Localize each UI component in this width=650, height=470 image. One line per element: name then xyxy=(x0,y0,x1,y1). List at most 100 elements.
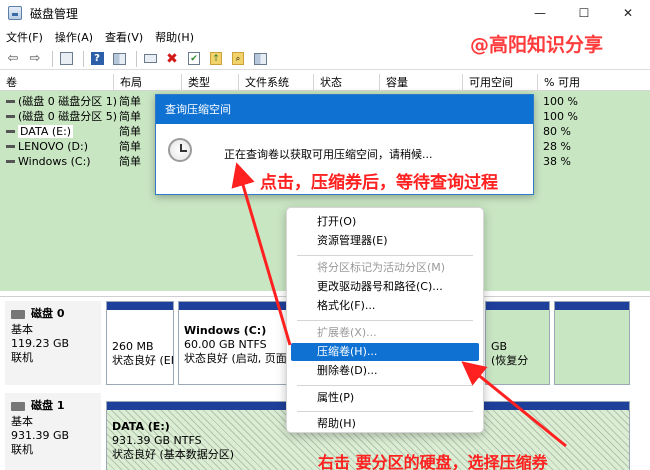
disk-status: 联机 xyxy=(11,351,33,364)
partition-bar xyxy=(486,302,549,310)
column-percent-free[interactable]: % 可用 xyxy=(537,74,650,91)
forward-arrow-icon[interactable]: ⇨ xyxy=(26,50,44,68)
partition-line-1: Windows (C:) xyxy=(184,324,267,337)
partition-line-2: GB xyxy=(491,340,508,353)
partition-line-3: 状态良好 (启动, 页面文 xyxy=(184,352,298,365)
volume-list-header: 卷 布局 类型 文件系统 状态 容量 可用空间 % 可用 xyxy=(0,74,650,91)
menu-item-mark-active[interactable]: 将分区标记为活动分区(M) xyxy=(291,259,479,277)
toolbar-divider xyxy=(83,50,84,67)
disk-1-info[interactable]: 磁盘 1 基本 931.39 GB 联机 xyxy=(5,393,101,470)
layout-cell: 简单 xyxy=(119,95,141,108)
column-filesystem[interactable]: 文件系统 xyxy=(238,74,313,91)
volume-name: Windows (C:) xyxy=(18,155,91,168)
volume-name-cell: DATA (E:) xyxy=(0,124,74,139)
column-layout[interactable]: 布局 xyxy=(113,74,181,91)
volume-icon xyxy=(6,99,15,103)
properties-button[interactable] xyxy=(251,50,269,68)
folder-up-icon: ↑ xyxy=(210,52,222,65)
dialog-title: 查询压缩空间 xyxy=(156,95,533,124)
menu-item-format[interactable]: 格式化(F)... xyxy=(291,297,479,315)
partition-line-3: (恢复分 xyxy=(491,354,529,367)
menu-divider xyxy=(297,255,473,256)
disk-0-name-row: 磁盘 0 xyxy=(11,307,101,321)
grid-view-icon xyxy=(112,52,126,65)
partition-label xyxy=(555,310,629,384)
layout-cell: 简单 xyxy=(119,140,141,153)
column-volume[interactable]: 卷 xyxy=(0,74,113,91)
volume-icon xyxy=(6,144,15,148)
partition-unlabeled[interactable] xyxy=(554,301,630,385)
partition-recovery[interactable]: GB (恢复分 xyxy=(485,301,550,385)
partition-label: 260 MB 状态良好 (EF xyxy=(107,310,173,384)
toolbar-divider xyxy=(136,50,137,67)
partition-line-2: 60.00 GB NTFS xyxy=(184,338,267,351)
delete-icon[interactable]: ✖ xyxy=(163,50,181,68)
disk-type: 基本 xyxy=(11,323,33,336)
menu-item-help[interactable]: 帮助(H) xyxy=(291,415,479,433)
connect-button[interactable] xyxy=(141,50,159,68)
disk-icon xyxy=(11,309,25,319)
partition-line-3: 状态良好 (EF xyxy=(112,354,174,367)
volume-name-cell: Windows (C:) xyxy=(0,154,91,169)
folder-search-button[interactable]: ⌕ xyxy=(229,50,247,68)
partition-efi[interactable]: 260 MB 状态良好 (EF xyxy=(106,301,174,385)
partition-windows[interactable]: Windows (C:) 60.00 GB NTFS 状态良好 (启动, 页面文 xyxy=(178,301,298,385)
menu-file[interactable]: 文件(F) xyxy=(6,29,43,45)
volume-name-cell: LENOVO (D:) xyxy=(0,139,88,154)
volume-name: DATA (E:) xyxy=(18,125,74,138)
dialog-message: 正在查询卷以获取可用压缩空间，请稍候... xyxy=(224,148,433,161)
disk-1-name-row: 磁盘 1 xyxy=(11,399,101,413)
partition-label: Windows (C:) 60.00 GB NTFS 状态良好 (启动, 页面文 xyxy=(179,310,297,384)
disk-0-info[interactable]: 磁盘 0 基本 119.23 GB 联机 xyxy=(5,301,101,385)
disk-size: 119.23 GB xyxy=(11,337,70,350)
partition-line-2: 260 MB xyxy=(112,340,154,353)
check-icon: ✔ xyxy=(188,52,200,65)
partition-bar xyxy=(107,302,173,310)
column-status[interactable]: 状态 xyxy=(313,74,379,91)
layout-cell: 简单 xyxy=(119,110,141,123)
context-menu: 打开(O) 资源管理器(E) 将分区标记为活动分区(M) 更改驱动器号和路径(C… xyxy=(286,207,484,433)
menu-divider xyxy=(297,385,473,386)
annotation-bottom: 右击 要分区的硬盘，选择压缩券 xyxy=(318,453,548,470)
column-type[interactable]: 类型 xyxy=(181,74,238,91)
menu-item-properties[interactable]: 属性(P) xyxy=(291,389,479,407)
menu-divider xyxy=(297,411,473,412)
menu-item-shrink-volume[interactable]: 压缩卷(H)... xyxy=(291,343,479,361)
check-button[interactable]: ✔ xyxy=(185,50,203,68)
disk-size: 931.39 GB xyxy=(11,429,70,442)
minimize-button[interactable]: — xyxy=(518,0,562,26)
menu-action[interactable]: 操作(A) xyxy=(55,29,93,45)
help-button[interactable]: ? xyxy=(88,50,106,68)
percent-free-cell: 100 % xyxy=(543,95,578,108)
column-free-space[interactable]: 可用空间 xyxy=(462,74,537,91)
menu-help[interactable]: 帮助(H) xyxy=(155,29,194,45)
partition-line-2: 931.39 GB NTFS xyxy=(112,434,202,447)
back-arrow-icon[interactable]: ⇦ xyxy=(4,50,22,68)
grid-view-button[interactable] xyxy=(110,50,128,68)
volume-name-cell: (磁盘 0 磁盘分区 5) xyxy=(0,109,117,124)
folder-up-button[interactable]: ↑ xyxy=(207,50,225,68)
volume-icon xyxy=(6,159,15,163)
menu-divider xyxy=(297,320,473,321)
menu-view[interactable]: 查看(V) xyxy=(105,29,143,45)
console-tree-icon xyxy=(59,52,73,65)
menu-item-extend-volume[interactable]: 扩展卷(X)... xyxy=(291,324,479,342)
maximize-button[interactable]: ☐ xyxy=(562,0,606,26)
percent-free-cell: 80 % xyxy=(543,125,571,138)
volume-name: (磁盘 0 磁盘分区 5) xyxy=(18,110,118,123)
menu-item-change-drive-letter[interactable]: 更改驱动器号和路径(C)... xyxy=(291,278,479,296)
column-capacity[interactable]: 容量 xyxy=(379,74,462,91)
help-icon: ? xyxy=(90,52,104,65)
menu-item-open[interactable]: 打开(O) xyxy=(291,213,479,231)
connect-icon xyxy=(143,54,157,63)
layout-cell: 简单 xyxy=(119,125,141,138)
volume-name-cell: (磁盘 0 磁盘分区 1) xyxy=(0,94,117,109)
watermark: @高阳知识分享 xyxy=(470,34,604,56)
console-tree-button[interactable] xyxy=(57,50,75,68)
menu-item-explorer[interactable]: 资源管理器(E) xyxy=(291,232,479,250)
disk-name: 磁盘 1 xyxy=(31,399,65,412)
disk-management-icon xyxy=(8,6,22,20)
close-button[interactable]: ✕ xyxy=(606,0,650,26)
menu-item-delete-volume[interactable]: 删除卷(D)... xyxy=(291,362,479,380)
properties-icon xyxy=(253,52,267,65)
